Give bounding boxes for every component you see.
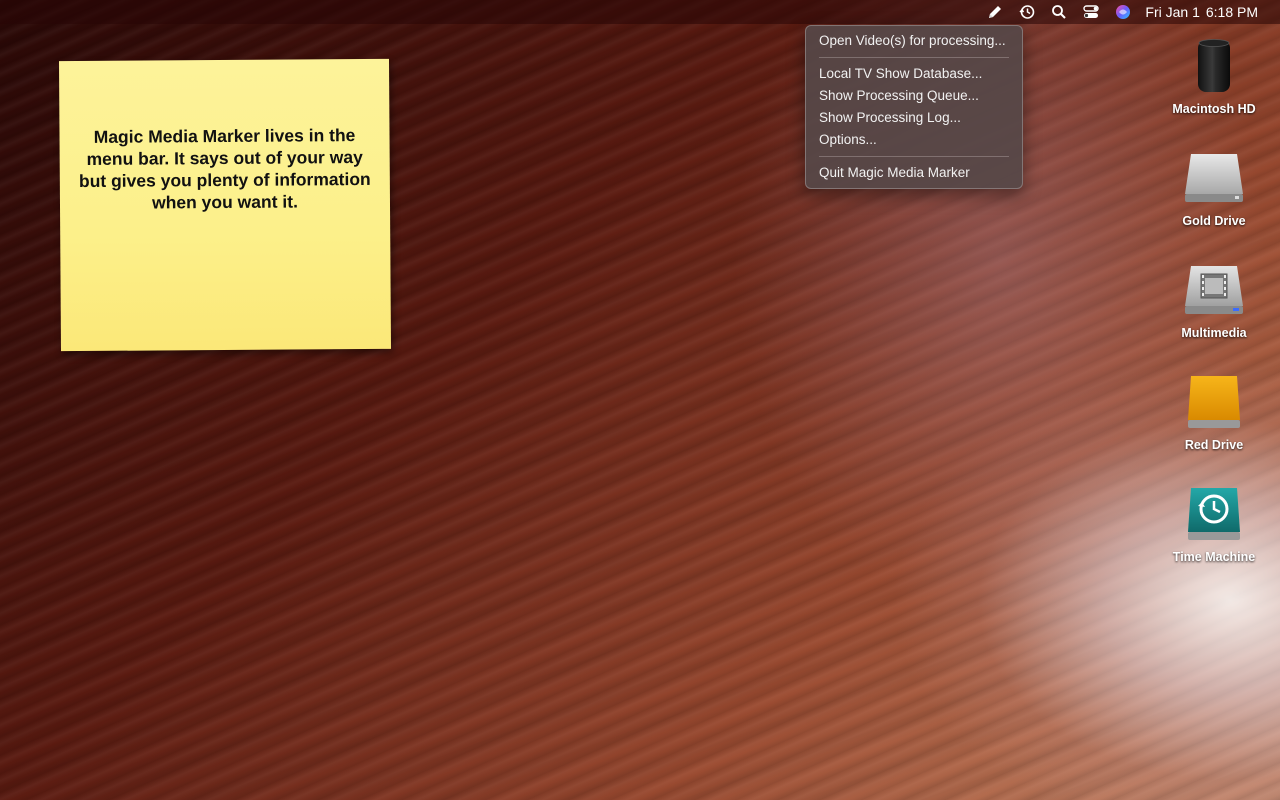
clock-date: Fri Jan 1 — [1145, 4, 1200, 20]
menu-item-processing-queue[interactable]: Show Processing Queue... — [806, 85, 1022, 107]
menu-item-quit[interactable]: Quit Magic Media Marker — [806, 162, 1022, 184]
siri-icon[interactable] — [1107, 0, 1139, 24]
history-icon[interactable] — [1011, 0, 1043, 24]
desktop-icon-red-drive[interactable]: Red Drive — [1159, 370, 1269, 452]
desktop-icon-time-machine[interactable]: Time Machine — [1159, 482, 1269, 564]
desktop-icon-label: Macintosh HD — [1172, 102, 1256, 116]
gold-drive-icon — [1182, 370, 1246, 434]
menu-item-options[interactable]: Options... — [806, 129, 1022, 151]
silver-drive-icon — [1182, 146, 1246, 210]
desktop-icon-label: Red Drive — [1184, 438, 1244, 452]
menu-item-tv-database[interactable]: Local TV Show Database... — [806, 63, 1022, 85]
desktop-icon-gold-drive[interactable]: Gold Drive — [1159, 146, 1269, 228]
desktop-icon-label: Time Machine — [1172, 550, 1256, 564]
desktop-icon-multimedia[interactable]: Multimedia — [1159, 258, 1269, 340]
menu-item-open-videos[interactable]: Open Video(s) for processing... — [806, 30, 1022, 52]
control-center-icon[interactable] — [1075, 0, 1107, 24]
menu-bar: Fri Jan 1 6:18 PM — [0, 0, 1280, 24]
mac-pro-icon — [1182, 34, 1246, 98]
time-machine-icon — [1182, 482, 1246, 546]
search-icon[interactable] — [1043, 0, 1075, 24]
sticky-note[interactable]: Magic Media Marker lives in the menu bar… — [58, 58, 392, 352]
multimedia-drive-icon — [1182, 258, 1246, 322]
desktop-icon-label: Multimedia — [1181, 326, 1247, 340]
clock-time: 6:18 PM — [1205, 4, 1258, 20]
app-dropdown-menu: Open Video(s) for processing... Local TV… — [805, 25, 1023, 189]
menu-separator — [819, 156, 1009, 157]
menu-separator — [819, 57, 1009, 58]
desktop-icon-macintosh-hd[interactable]: Macintosh HD — [1159, 34, 1269, 116]
pencil-icon[interactable] — [979, 0, 1011, 24]
menu-item-processing-log[interactable]: Show Processing Log... — [806, 107, 1022, 129]
sticky-note-text: Magic Media Marker lives in the menu bar… — [78, 125, 371, 213]
desktop-icon-label: Gold Drive — [1182, 214, 1246, 228]
menu-bar-clock[interactable]: Fri Jan 1 6:18 PM — [1145, 4, 1264, 20]
